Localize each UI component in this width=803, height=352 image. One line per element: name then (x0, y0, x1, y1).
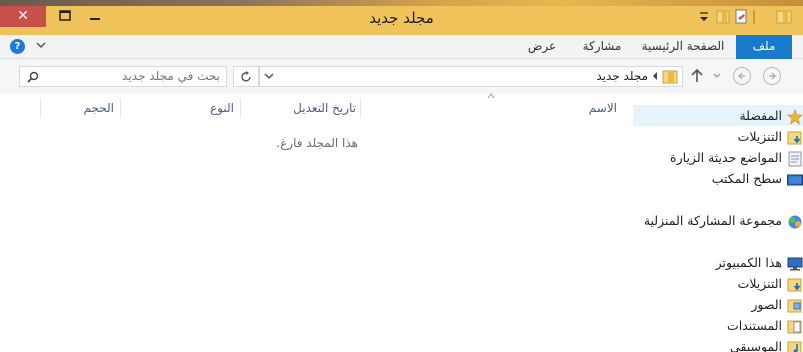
downloads-folder-icon (787, 277, 803, 293)
nav-homegroup[interactable]: مجموعة المشاركة المنزلية (644, 210, 803, 231)
breadcrumb-chevron-icon[interactable] (651, 69, 659, 86)
search-icon[interactable] (26, 70, 40, 87)
music-folder-icon (787, 340, 803, 352)
recent-locations-icon[interactable] (711, 68, 723, 88)
desktop-icon (787, 172, 803, 188)
refresh-button[interactable] (233, 66, 259, 87)
folder-icon (662, 69, 678, 88)
file-list[interactable]: الاسم تاريخ التعديل النوع الحجم هذا المج… (0, 93, 633, 352)
address-dropdown-icon[interactable] (263, 68, 275, 87)
nav-item-label: التنزيلات (737, 129, 782, 144)
column-name[interactable]: الاسم (364, 97, 617, 119)
refresh-icon (241, 71, 251, 82)
forward-button[interactable] (733, 67, 751, 85)
address-bar-row: مجلد جديد (0, 59, 803, 94)
ribbon-expand-icon[interactable] (35, 39, 47, 54)
search-box[interactable] (19, 66, 227, 87)
star-icon (787, 108, 803, 125)
column-date-modified[interactable]: تاريخ التعديل (242, 97, 356, 119)
folder-small-icon[interactable] (716, 9, 730, 28)
computer-icon (787, 256, 803, 272)
address-box[interactable]: مجلد جديد (259, 66, 683, 87)
nav-favorites[interactable]: المفضلة (633, 105, 803, 126)
nav-homegroup-label: مجموعة المشاركة المنزلية (643, 213, 782, 228)
nav-item-label: الصور (751, 297, 782, 312)
recent-places-icon (787, 151, 803, 167)
empty-folder-message: هذا المجلد فارغ. (276, 136, 358, 150)
tab-share[interactable]: مشاركة (576, 35, 628, 59)
wallpaper-strip (0, 0, 803, 6)
window-title: مجلد جديد (369, 9, 434, 27)
column-size[interactable]: الحجم (42, 97, 114, 119)
nav-item-label: المواضع حديثة الزيارة (670, 150, 782, 165)
nav-fav-recent[interactable]: المواضع حديثة الزيارة (670, 147, 803, 168)
column-divider[interactable] (120, 98, 121, 118)
title-bar[interactable]: ✕ مجلد جديد (0, 0, 803, 35)
back-button[interactable] (763, 67, 781, 85)
nav-pc-music[interactable]: الموسيقى (730, 336, 803, 352)
tab-home[interactable]: الصفحة الرئيسية (636, 35, 730, 59)
explorer-window: ✕ مجلد جديد ? ملف الصفحة الرئيسية مشاركة… (0, 0, 803, 352)
column-divider[interactable] (360, 98, 361, 118)
column-divider[interactable] (240, 98, 241, 118)
window-folder-icon[interactable] (776, 9, 792, 28)
nav-pc-pictures[interactable]: الصور (751, 294, 803, 315)
navigation-pane[interactable]: المفضلة التنزيلات المواضع حديثة الزيارة … (633, 94, 803, 352)
tab-view[interactable]: عرض (520, 35, 564, 59)
nav-pc-documents[interactable]: المستندات (727, 315, 803, 336)
qat-dropdown-icon[interactable] (697, 9, 711, 28)
pictures-folder-icon (787, 298, 803, 314)
help-icon[interactable]: ? (10, 39, 25, 54)
back-arrow-icon (763, 67, 781, 85)
downloads-folder-icon (787, 130, 803, 146)
nav-fav-desktop[interactable]: سطح المكتب (712, 168, 803, 189)
nav-item-label: الموسيقى (730, 339, 782, 352)
tab-file[interactable]: ملف (736, 35, 792, 59)
breadcrumb[interactable]: مجلد جديد (596, 69, 648, 83)
nav-fav-downloads[interactable]: التنزيلات (738, 126, 803, 147)
search-input[interactable] (45, 69, 220, 83)
separator-icon (752, 9, 756, 28)
up-button[interactable] (690, 68, 704, 88)
up-arrow-icon (691, 68, 703, 82)
column-divider[interactable] (40, 98, 41, 118)
nav-this-pc[interactable]: هذا الكمبيوتر (716, 252, 803, 273)
forward-arrow-icon (733, 67, 751, 85)
documents-folder-icon (787, 319, 803, 335)
nav-item-label: المستندات (726, 318, 782, 333)
ribbon: ? ملف الصفحة الرئيسية مشاركة عرض (0, 35, 803, 59)
homegroup-icon (787, 214, 803, 230)
nav-item-label: سطح المكتب (711, 171, 782, 186)
nav-favorites-label: المفضلة (739, 108, 782, 123)
nav-pc-downloads[interactable]: التنزيلات (738, 273, 803, 294)
properties-icon[interactable] (734, 9, 748, 28)
column-type[interactable]: النوع (122, 97, 234, 119)
nav-item-label: التنزيلات (737, 276, 782, 291)
nav-this-pc-label: هذا الكمبيوتر (715, 255, 782, 270)
